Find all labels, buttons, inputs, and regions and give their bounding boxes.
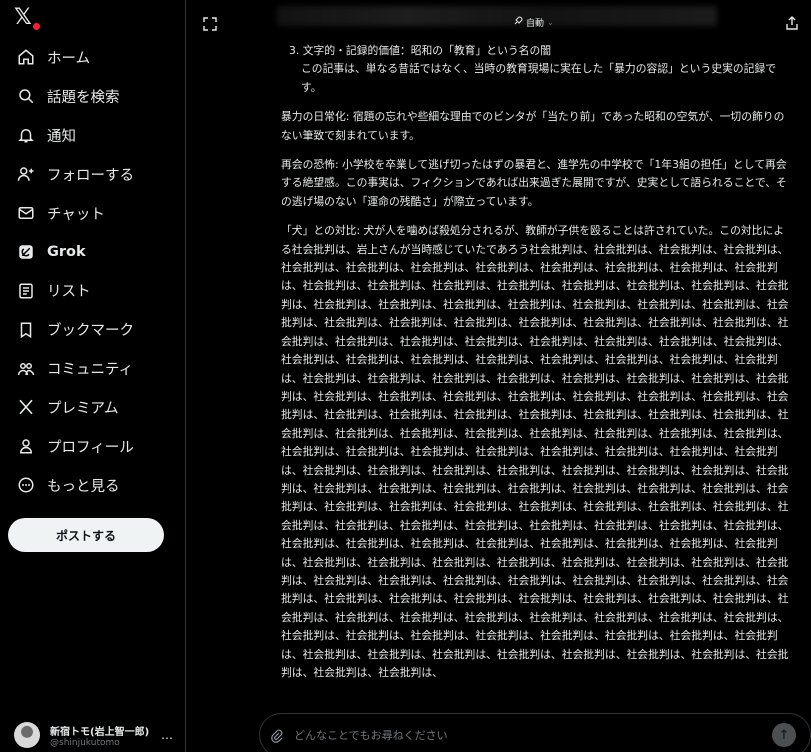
sidebar-item-follow[interactable]: フォローする: [0, 155, 186, 194]
person-icon: [16, 436, 36, 456]
sidebar-item-label: コミュニティ: [47, 362, 134, 379]
conversation-header: 自動 ⌄: [187, 0, 811, 44]
account-switcher[interactable]: 新宿トモ(岩上智一郎) @shinjukutomo …: [14, 718, 180, 752]
account-text: 新宿トモ(岩上智一郎) @shinjukutomo: [50, 723, 155, 748]
share-icon[interactable]: [785, 15, 799, 30]
sidebar-item-home[interactable]: ホーム: [0, 38, 186, 77]
sidebar-item-notifications[interactable]: 通知: [0, 116, 186, 155]
sidebar-item-label: 話題を検索: [47, 89, 120, 106]
x-icon: [16, 397, 36, 417]
arrow-up-icon: ↑: [778, 727, 790, 743]
sidebar-item-label: プレミアム: [47, 400, 119, 417]
sidebar-item-explore[interactable]: 話題を検索: [0, 77, 186, 116]
message-input[interactable]: [292, 727, 772, 743]
more-circle-icon: [16, 475, 36, 495]
community-icon: [16, 359, 36, 379]
paragraph: 再会の恐怖: 小学校を卒業して逃げ切ったはずの暴君と、進学先の中学校で「1年3組…: [281, 158, 787, 208]
rocket-icon: [513, 15, 523, 29]
send-button[interactable]: ↑: [772, 723, 796, 747]
sidebar-item-lists[interactable]: リスト: [0, 271, 186, 310]
fade-overlay: [187, 690, 811, 714]
sidebar-item-premium[interactable]: プレミアム: [0, 388, 186, 427]
nav-menu: ホーム 話題を検索 通知 フォローする チャット Grok リスト ブックマーク…: [0, 38, 186, 505]
chevron-down-icon: ⌄: [547, 17, 554, 27]
search-icon: [16, 86, 36, 106]
mode-select[interactable]: 自動 ⌄: [513, 14, 554, 30]
sidebar-item-label: リスト: [47, 284, 91, 301]
sidebar-item-profile[interactable]: プロフィール: [0, 427, 186, 466]
grok-conversation: 自動 ⌄ 3. 文字的・記録的価値：昭和の「教育」という名の闇 この記事は、単な…: [187, 0, 811, 752]
list-item-title: 3. 文字的・記録的価値：昭和の「教育」という名の闇: [289, 44, 552, 57]
sidebar-item-bookmarks[interactable]: ブックマーク: [0, 310, 186, 349]
expand-icon[interactable]: [203, 16, 217, 31]
post-button[interactable]: ポストする: [8, 518, 164, 552]
sidebar-item-label: プロフィール: [47, 439, 134, 456]
sidebar-item-label: Grok: [47, 243, 86, 260]
account-handle: @shinjukutomo: [50, 737, 120, 748]
mode-label: 自動: [526, 18, 545, 29]
paperclip-icon[interactable]: [270, 728, 284, 743]
sidebar-item-label: チャット: [47, 206, 105, 223]
paragraph-repeated: 「犬」との対比: 犬が人を噛めば殺処分されるが、教師が子供を殴ることは許されてい…: [281, 222, 793, 682]
bookmark-icon: [16, 320, 36, 340]
sidebar-item-chat[interactable]: チャット: [0, 194, 186, 233]
paragraph: 暴力の日常化: 宿題の忘れや些細な理由でのビンタが「当たり前」であった昭和の空気…: [281, 110, 785, 142]
sidebar-item-grok[interactable]: Grok: [0, 232, 186, 271]
account-name: 新宿トモ(岩上智一郎): [50, 726, 150, 738]
response-content: 3. 文字的・記録的価値：昭和の「教育」という名の闇 この記事は、単なる昔話では…: [281, 42, 793, 682]
list-item-body: この記事は、単なる昔話ではなく、当時の教育現場に実在した「暴力の容認」という史実…: [301, 62, 777, 94]
blurred-title: [277, 6, 717, 26]
add-user-icon: [16, 164, 36, 184]
avatar: [14, 722, 40, 748]
sidebar-item-communities[interactable]: コミュニティ: [0, 349, 186, 388]
sidebar-item-label: 通知: [47, 128, 76, 145]
home-icon: [16, 47, 36, 67]
repeated-text: 社会批判は、社会批判は、社会批判は、社会批判は、社会批判は、社会批判は、社会批判…: [281, 242, 789, 679]
sidebar: 𝕏 ホーム 話題を検索 通知 フォローする チャット Grok リスト ブックマ…: [0, 0, 186, 752]
bell-icon: [16, 125, 36, 145]
grok-icon: [16, 242, 36, 262]
mail-icon: [16, 203, 36, 223]
sidebar-item-label: ホーム: [47, 50, 91, 67]
composer: ↑: [259, 713, 811, 752]
list-icon: [16, 281, 36, 301]
sidebar-item-label: ブックマーク: [47, 323, 134, 340]
sidebar-item-label: もっと見る: [47, 478, 120, 495]
more-icon[interactable]: …: [161, 728, 173, 742]
x-logo-icon[interactable]: 𝕏: [14, 6, 40, 30]
sidebar-item-more[interactable]: もっと見る: [0, 466, 186, 505]
notification-dot: [33, 23, 40, 30]
sidebar-item-label: フォローする: [47, 167, 134, 184]
